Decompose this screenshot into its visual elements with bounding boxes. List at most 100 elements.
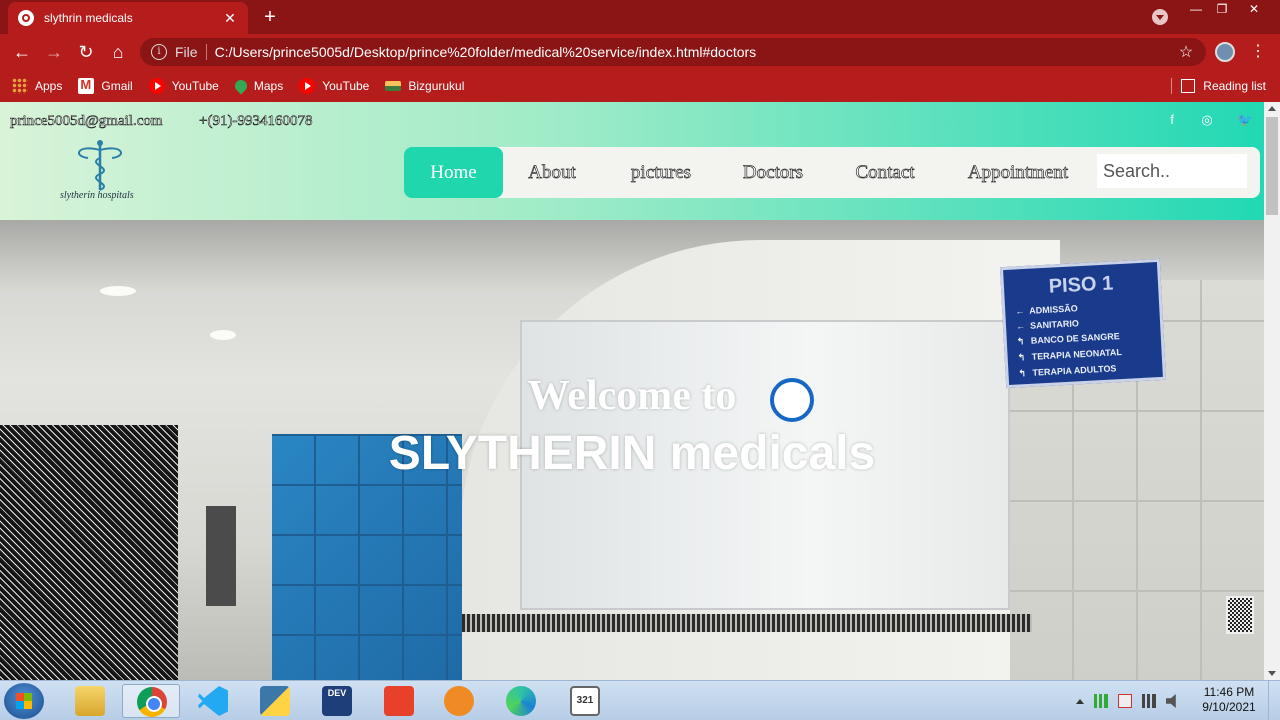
- chrome-icon: [137, 687, 167, 717]
- ceiling-light: [100, 286, 136, 296]
- youtube-icon: [148, 78, 165, 94]
- url-text[interactable]: C:/Users/prince5005d/Desktop/prince%20fo…: [215, 44, 1174, 60]
- tab-search-icon[interactable]: [1152, 9, 1168, 25]
- sign-title: PISO 1: [1048, 272, 1114, 298]
- reading-list-button[interactable]: Reading list: [1181, 70, 1266, 102]
- bookmark-maps[interactable]: Maps: [232, 77, 283, 95]
- sign-row: ← ADMISSÃO: [1015, 303, 1078, 317]
- reception-counter: [462, 614, 1032, 632]
- web-page: prince5005d@gmail.com +(91)-9934160078 f…: [0, 102, 1264, 680]
- taskbar-chrome[interactable]: [122, 684, 180, 718]
- taskbar-vscode[interactable]: [184, 684, 242, 718]
- contact-email[interactable]: prince5005d@gmail.com: [10, 113, 163, 130]
- show-hidden-icons-icon[interactable]: [1076, 698, 1084, 704]
- left-arrow-icon: ←: [1015, 321, 1026, 332]
- browser-tab[interactable]: slythrin medicals ✕: [8, 2, 248, 34]
- bookmark-apps[interactable]: Apps: [12, 78, 62, 94]
- signal-icon[interactable]: [1094, 694, 1108, 708]
- file-scheme-label: File: [175, 44, 198, 60]
- scroll-up-icon[interactable]: [1268, 106, 1276, 111]
- nav-pictures[interactable]: pictures: [616, 147, 706, 198]
- hero-banner: PISO 1 ← ADMISSÃO ← SANITARIO ↰ BANCO DE SA…: [0, 220, 1264, 680]
- home-icon[interactable]: ⌂: [106, 40, 130, 64]
- back-arrow-icon[interactable]: ←: [10, 40, 34, 64]
- nav-home[interactable]: Home: [404, 147, 503, 198]
- bookmark-bizgurukul[interactable]: Bizgurukul: [385, 79, 464, 93]
- sign-row: ↰ BANCO DE SANGRE: [1016, 331, 1120, 347]
- maps-pin-icon: [232, 77, 250, 95]
- close-window-button[interactable]: ✕: [1240, 0, 1268, 20]
- taskbar-file-explorer[interactable]: [61, 684, 119, 718]
- taskbar-edge[interactable]: [492, 684, 550, 718]
- tab-title: slythrin medicals: [44, 11, 133, 25]
- windows-taskbar: DEV 321 11:46 PM 9/10/2021: [0, 680, 1280, 720]
- nav-contact[interactable]: Contact: [844, 147, 926, 198]
- gmail-icon: [78, 77, 95, 94]
- instagram-icon[interactable]: ◎: [1199, 112, 1215, 128]
- hero-welcome: Welcome to: [527, 373, 737, 419]
- nav-about[interactable]: About: [514, 147, 590, 198]
- search-input[interactable]: [1097, 154, 1247, 188]
- clock-time: 11:46 PM: [1203, 685, 1255, 699]
- forward-arrow-icon[interactable]: →: [42, 40, 66, 64]
- reload-icon[interactable]: ↻: [74, 40, 98, 64]
- scroll-down-icon[interactable]: [1268, 671, 1276, 676]
- address-bar[interactable]: i File C:/Users/prince5005d/Desktop/prin…: [140, 38, 1206, 66]
- site-header: prince5005d@gmail.com +(91)-9934160078 f…: [0, 102, 1264, 220]
- bookmark-label: YouTube: [171, 79, 219, 93]
- taskbar-python[interactable]: [246, 684, 304, 718]
- restore-button[interactable]: ❐: [1208, 0, 1236, 20]
- bookmark-label: YouTube: [322, 79, 370, 93]
- file-explorer-icon: [75, 686, 105, 716]
- bookmark-label: Gmail: [101, 79, 133, 93]
- info-icon[interactable]: i: [151, 44, 167, 60]
- vscode-icon: [198, 686, 228, 716]
- turn-arrow-icon: ↰: [1016, 336, 1025, 347]
- left-arrow-icon: ←: [1015, 306, 1025, 317]
- taskbar-gitkraken[interactable]: [370, 684, 428, 718]
- wall-panel: [206, 506, 236, 606]
- nav-appointment[interactable]: Appointment: [960, 147, 1076, 198]
- globe-icon: [18, 10, 34, 26]
- reading-list-label: Reading list: [1203, 79, 1266, 93]
- taskbar-media-player[interactable]: [430, 684, 488, 718]
- bookmarks-bar: Apps Gmail YouTube Maps YouTube Bizguruk…: [0, 70, 1280, 102]
- close-tab-icon[interactable]: ✕: [222, 10, 238, 27]
- profile-avatar[interactable]: [1215, 42, 1235, 62]
- facebook-icon[interactable]: f: [1164, 112, 1180, 128]
- browser-menu-icon[interactable]: ⋮: [1250, 40, 1266, 64]
- new-tab-button[interactable]: +: [258, 5, 282, 29]
- action-center-icon[interactable]: [1118, 694, 1132, 708]
- taskbar-devcpp[interactable]: DEV: [308, 684, 366, 718]
- omnibox-divider: [205, 44, 207, 60]
- apps-grid-icon: [12, 78, 28, 94]
- qr-code-icon: [1226, 596, 1254, 634]
- taskbar-calendar[interactable]: 321: [556, 684, 614, 718]
- clock-date: 9/10/2021: [1202, 700, 1256, 714]
- hero-brand: SLYTHERIN medicals: [388, 427, 876, 480]
- ceiling-light: [210, 330, 236, 340]
- start-button[interactable]: [4, 683, 44, 719]
- bookmark-star-icon[interactable]: ☆: [1174, 42, 1198, 62]
- page-scrollbar[interactable]: [1264, 102, 1280, 680]
- bookmark-youtube[interactable]: YouTube: [148, 78, 219, 94]
- contact-phone[interactable]: +(91)-9934160078: [199, 113, 313, 130]
- floor-sign: PISO 1 ← ADMISSÃO ← SANITARIO ↰ BANCO DE SA…: [999, 258, 1167, 389]
- media-player-icon: [444, 686, 474, 716]
- bookmark-youtube-2[interactable]: YouTube: [299, 78, 369, 94]
- browser-tab-strip: slythrin medicals ✕ + — ❐ ✕: [0, 0, 1280, 34]
- bookmark-label: Bizgurukul: [408, 79, 465, 93]
- calendar-321-icon: 321: [570, 686, 600, 716]
- show-desktop-button[interactable]: [1268, 681, 1280, 720]
- volume-icon[interactable]: [1166, 694, 1176, 708]
- nav-doctors[interactable]: Doctors: [732, 147, 814, 198]
- network-icon[interactable]: [1142, 694, 1156, 708]
- twitter-icon[interactable]: 🐦: [1237, 112, 1253, 128]
- browser-toolbar: ← → ↻ ⌂ i File C:/Users/prince5005d/Desk…: [0, 34, 1280, 70]
- scroll-thumb[interactable]: [1266, 117, 1278, 215]
- taskbar-clock[interactable]: 11:46 PM 9/10/2021: [1196, 685, 1262, 715]
- bookmark-gmail[interactable]: Gmail: [78, 77, 133, 94]
- logo-text: slytherin hospitals: [60, 190, 134, 201]
- youtube-icon: [299, 78, 316, 94]
- minimize-button[interactable]: —: [1182, 0, 1210, 20]
